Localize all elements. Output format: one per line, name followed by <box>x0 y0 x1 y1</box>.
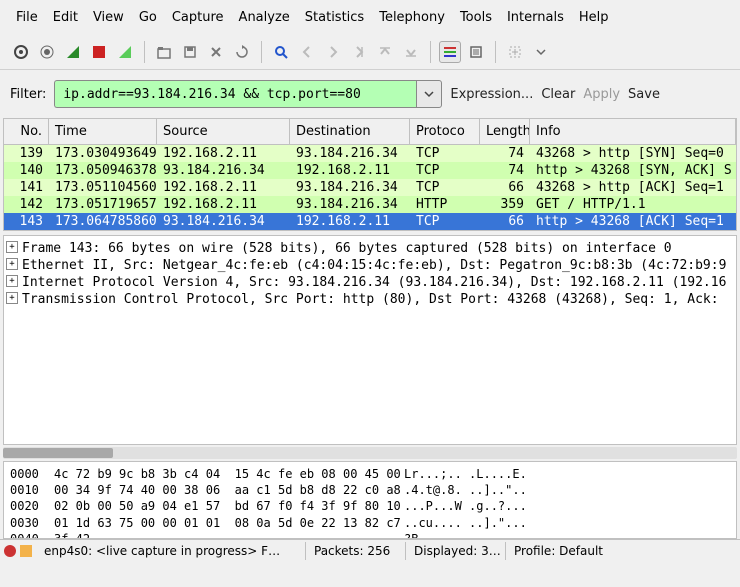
edit-icon <box>20 545 32 557</box>
go-last-icon[interactable] <box>400 41 422 63</box>
go-to-packet-icon[interactable] <box>348 41 370 63</box>
tree-label: Internet Protocol Version 4, Src: 93.184… <box>22 275 726 290</box>
tree-item[interactable]: + Frame 143: 66 bytes on wire (528 bits),… <box>6 240 734 257</box>
status-profile[interactable]: Profile: Default <box>506 542 740 560</box>
table-row[interactable]: 143173.06478586093.184.216.34192.168.2.1… <box>4 213 736 230</box>
menu-capture[interactable]: Capture <box>166 8 230 27</box>
menu-internals[interactable]: Internals <box>501 8 570 27</box>
toolbar <box>0 35 740 70</box>
go-forward-icon[interactable] <box>322 41 344 63</box>
save-button[interactable]: Save <box>628 87 660 102</box>
colorize-icon[interactable] <box>439 41 461 63</box>
tree-item[interactable]: + Ethernet II, Src: Netgear_4c:fe:eb (c4:… <box>6 257 734 274</box>
menu-telephony[interactable]: Telephony <box>373 8 451 27</box>
expression-button[interactable]: Expression... <box>450 87 533 102</box>
toolbar-separator <box>430 41 431 63</box>
menu-tools[interactable]: Tools <box>454 8 498 27</box>
menubar: File Edit View Go Capture Analyze Statis… <box>0 0 740 35</box>
col-header-protocol[interactable]: Protoco <box>410 119 480 144</box>
filter-bar: Filter: Expression... Clear Apply Save <box>0 70 740 118</box>
menu-go[interactable]: Go <box>133 8 163 27</box>
horizontal-scrollbar[interactable] <box>3 447 737 459</box>
col-header-time[interactable]: Time <box>49 119 157 144</box>
toolbar-separator <box>495 41 496 63</box>
restart-capture-icon[interactable] <box>114 41 136 63</box>
menu-help[interactable]: Help <box>573 8 615 27</box>
col-header-source[interactable]: Source <box>157 119 290 144</box>
menu-edit[interactable]: Edit <box>47 8 84 27</box>
stop-capture-icon[interactable] <box>88 41 110 63</box>
table-row[interactable]: 141173.051104560192.168.2.1193.184.216.3… <box>4 179 736 196</box>
find-icon[interactable] <box>270 41 292 63</box>
table-row[interactable]: 140173.05094637893.184.216.34192.168.2.1… <box>4 162 736 179</box>
status-bar: enp4s0: <live capture in progress> F… Pa… <box>0 539 740 561</box>
hex-row[interactable]: 00004c 72 b9 9c b8 3b c4 04 15 4c fe eb … <box>10 466 730 482</box>
col-header-no[interactable]: No. <box>4 119 49 144</box>
menu-analyze[interactable]: Analyze <box>233 8 296 27</box>
scrollbar-thumb[interactable] <box>3 448 113 458</box>
packet-list-header: No. Time Source Destination Protoco Leng… <box>4 119 736 145</box>
tree-label: Transmission Control Protocol, Src Port:… <box>22 292 719 307</box>
packet-rows: 139173.030493649192.168.2.1193.184.216.3… <box>4 145 736 230</box>
toolbar-separator <box>261 41 262 63</box>
menu-file[interactable]: File <box>10 8 44 27</box>
go-back-icon[interactable] <box>296 41 318 63</box>
expand-icon[interactable]: + <box>6 275 18 287</box>
status-packets: Packets: 256 <box>306 542 406 560</box>
col-header-info[interactable]: Info <box>530 119 736 144</box>
chevron-down-icon <box>424 89 434 99</box>
save-file-icon[interactable] <box>179 41 201 63</box>
options-icon[interactable] <box>36 41 58 63</box>
toolbar-separator <box>144 41 145 63</box>
packet-list: No. Time Source Destination Protoco Leng… <box>3 118 737 231</box>
col-header-length[interactable]: Length <box>480 119 530 144</box>
filter-input-group <box>54 80 442 108</box>
close-file-icon[interactable] <box>205 41 227 63</box>
hex-row[interactable]: 00403f 42?B <box>10 531 730 539</box>
hex-row[interactable]: 001000 34 9f 74 40 00 38 06 aa c1 5d b8 … <box>10 482 730 498</box>
reload-icon[interactable] <box>231 41 253 63</box>
table-row[interactable]: 139173.030493649192.168.2.1193.184.216.3… <box>4 145 736 162</box>
status-icons <box>0 545 36 557</box>
start-capture-icon[interactable] <box>62 41 84 63</box>
table-row[interactable]: 142173.051719657192.168.2.1193.184.216.3… <box>4 196 736 213</box>
expand-icon[interactable]: + <box>6 258 18 270</box>
status-interface[interactable]: enp4s0: <live capture in progress> F… <box>36 542 306 560</box>
tree-item[interactable]: + Internet Protocol Version 4, Src: 93.18… <box>6 274 734 291</box>
hex-row[interactable]: 002002 0b 00 50 a9 04 e1 57 bd 67 f0 f4 … <box>10 498 730 514</box>
dropdown-icon[interactable] <box>530 41 552 63</box>
expand-icon[interactable]: + <box>6 292 18 304</box>
packet-bytes-pane[interactable]: 00004c 72 b9 9c b8 3b c4 04 15 4c fe eb … <box>3 461 737 539</box>
zoom-in-icon[interactable] <box>504 41 526 63</box>
menu-statistics[interactable]: Statistics <box>299 8 370 27</box>
tree-item[interactable]: + Transmission Control Protocol, Src Port… <box>6 291 734 308</box>
filter-label: Filter: <box>10 87 46 102</box>
go-first-icon[interactable] <box>374 41 396 63</box>
status-displayed: Displayed: 3… <box>406 542 506 560</box>
packet-details-pane[interactable]: + Frame 143: 66 bytes on wire (528 bits),… <box>3 235 737 445</box>
filter-dropdown-button[interactable] <box>416 80 442 108</box>
clear-button[interactable]: Clear <box>541 87 575 102</box>
col-header-destination[interactable]: Destination <box>290 119 410 144</box>
capture-running-icon <box>4 545 16 557</box>
hex-row[interactable]: 003001 1d 63 75 00 00 01 01 08 0a 5d 0e … <box>10 515 730 531</box>
filter-input[interactable] <box>54 80 416 108</box>
menu-view[interactable]: View <box>87 8 130 27</box>
tree-label: Ethernet II, Src: Netgear_4c:fe:eb (c4:0… <box>22 258 726 273</box>
tree-label: Frame 143: 66 bytes on wire (528 bits), … <box>22 241 672 256</box>
apply-button[interactable]: Apply <box>583 87 620 102</box>
auto-scroll-icon[interactable] <box>465 41 487 63</box>
open-file-icon[interactable] <box>153 41 175 63</box>
interfaces-icon[interactable] <box>10 41 32 63</box>
expand-icon[interactable]: + <box>6 241 18 253</box>
